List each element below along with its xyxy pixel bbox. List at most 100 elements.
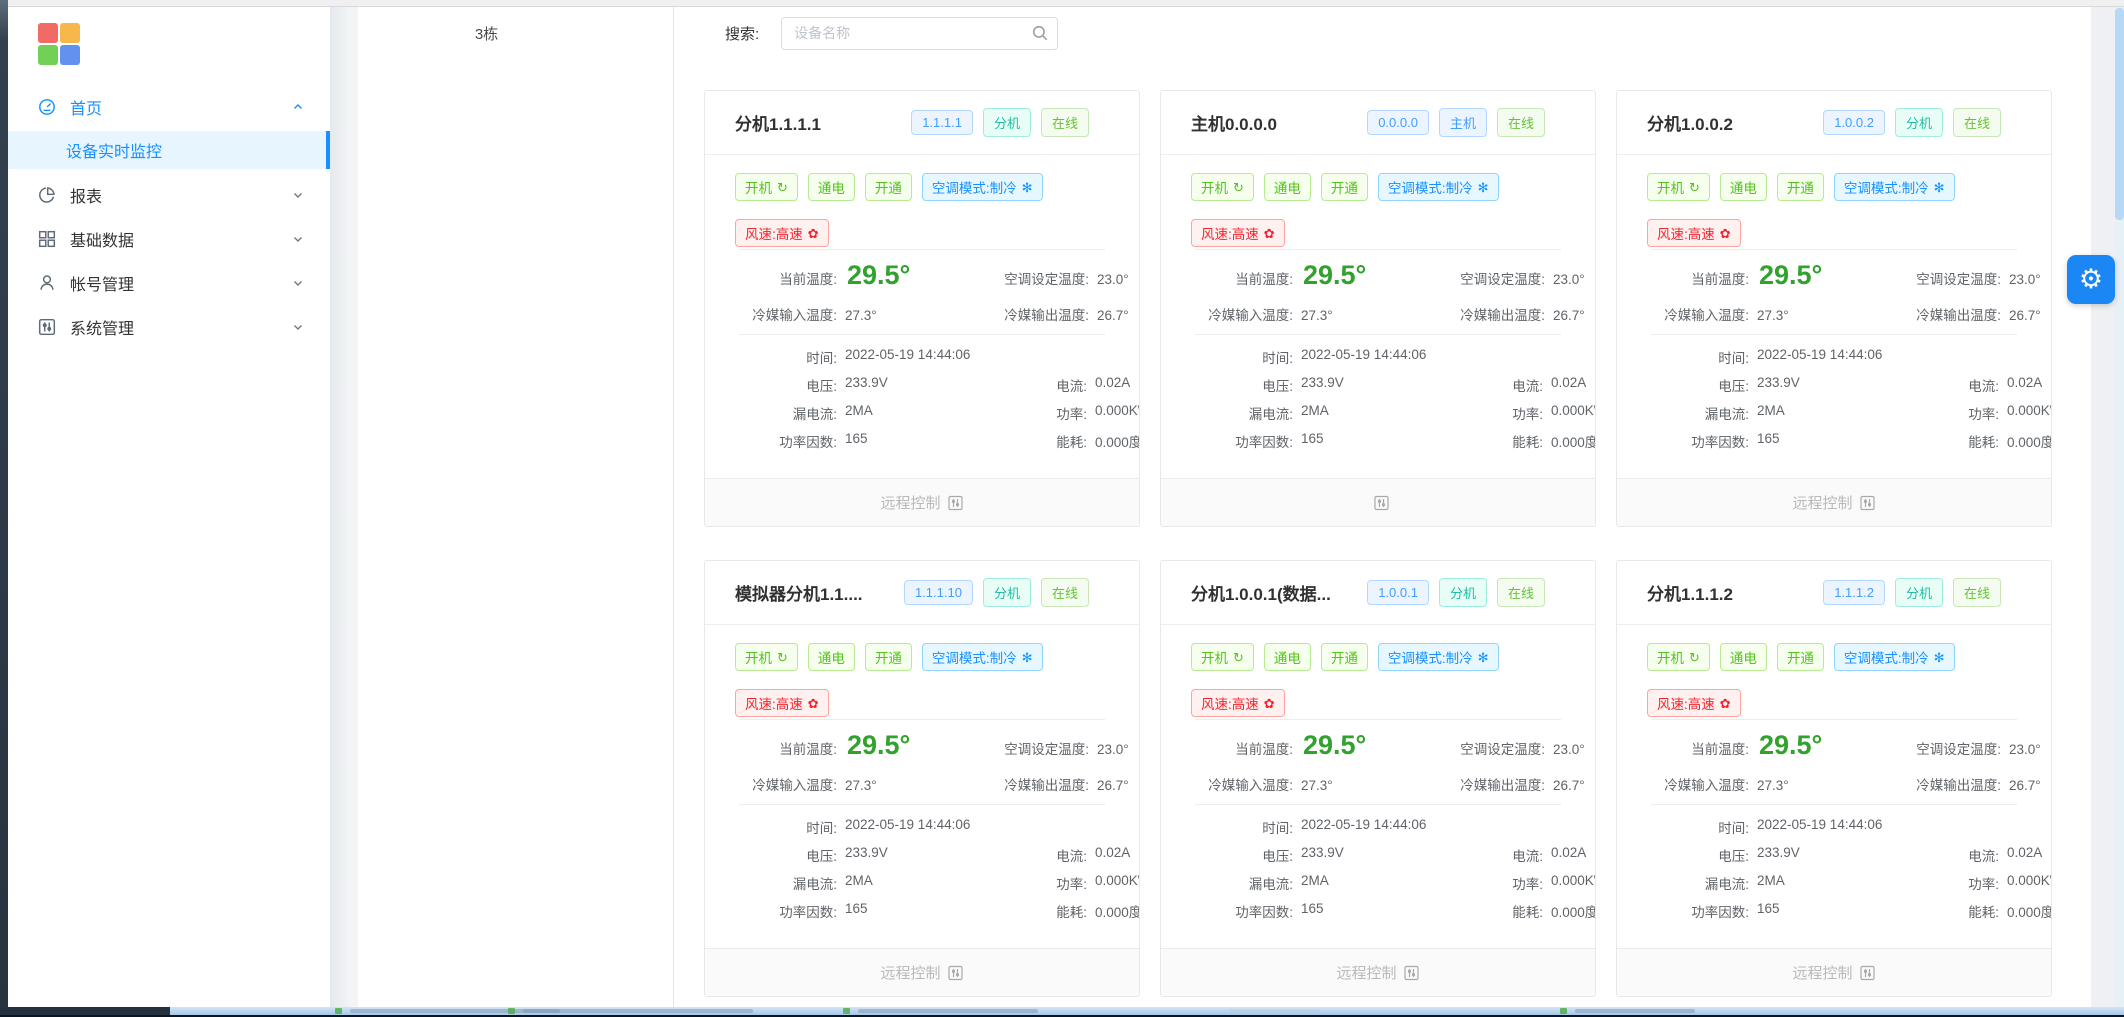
card-header: 分机1.0.0.2 1.0.0.2 分机 在线 xyxy=(1617,91,2051,155)
voltage-label: 电压: xyxy=(705,845,837,865)
current-value: 0.02A xyxy=(1999,845,2052,865)
sidebar-item-device-monitoring[interactable]: 设备实时监控 xyxy=(8,131,330,169)
temp-set-label: 空调设定温度: xyxy=(1385,738,1545,758)
sidebar-item-account-management[interactable]: 帐号管理 xyxy=(8,261,330,305)
power-value: 0.000KW xyxy=(1543,403,1596,423)
remote-control-button[interactable]: 远程控制 xyxy=(705,948,1139,996)
device-card: 模拟器分机1.1.... 1.1.1.10 分机 在线 开机↻ 通电 开通 空调… xyxy=(704,560,1140,997)
address-badge: 1.0.0.2 xyxy=(1823,110,1885,135)
time-label: 时间: xyxy=(1617,347,1749,367)
settings-button[interactable]: ⚙ xyxy=(2067,255,2115,304)
leakage-value: 2MA xyxy=(837,403,1015,423)
device-type-badge: 主机 xyxy=(1439,108,1487,137)
status-tag-row: 开机↻ 通电 开通 空调模式:制冷✻ 风速:高速✿ xyxy=(1617,155,2027,249)
energy-value: 0.000度 xyxy=(1087,901,1140,921)
scrollbar-thumb[interactable] xyxy=(2115,8,2124,220)
sidebar-item-reports[interactable]: 报表 xyxy=(8,173,330,217)
snowflake-icon: ✻ xyxy=(1478,651,1489,664)
voltage-label: 电压: xyxy=(1161,375,1293,395)
refresh-icon: ↻ xyxy=(1233,651,1244,664)
fan-icon: ✿ xyxy=(808,227,819,240)
gear-icon: ⚙ xyxy=(2079,266,2103,293)
panel-splitter[interactable] xyxy=(330,7,358,1007)
remote-control-sliders-icon xyxy=(947,495,964,511)
ac-mode-tag: 空调模式:制冷✻ xyxy=(1378,173,1499,201)
ac-mode-tag: 空调模式:制冷✻ xyxy=(1834,173,1955,201)
voltage-value: 233.9V xyxy=(837,375,1015,395)
voltage-value: 233.9V xyxy=(1749,845,1927,865)
temperature-section: 当前温度: 29.5° 空调设定温度: 23.0° 冷媒输入温度: 27.3° … xyxy=(705,250,1139,334)
leakage-label: 漏电流: xyxy=(705,873,837,893)
fan-icon: ✿ xyxy=(1264,697,1275,710)
taskbar-app-icon xyxy=(843,1008,850,1014)
power-on-tag: 开机↻ xyxy=(1191,173,1254,201)
fan-speed-tag: 风速:高速✿ xyxy=(1191,689,1285,717)
power-value: 0.000KW xyxy=(1087,873,1140,893)
badge-group: 0.0.0.0 主机 在线 xyxy=(1367,108,1545,137)
voltage-value: 233.9V xyxy=(1749,375,1927,395)
temp-set-value: 23.0° xyxy=(2001,742,2051,757)
grid-icon xyxy=(38,230,56,248)
temp-in-value: 27.3° xyxy=(1293,308,1385,323)
snowflake-icon: ✻ xyxy=(1934,651,1945,664)
temp-current-label: 当前温度: xyxy=(1617,268,1749,288)
logo-square-orange xyxy=(60,23,80,43)
chevron-down-icon xyxy=(292,233,304,245)
opened-tag: 开通 xyxy=(1321,173,1368,201)
remote-control-sliders-icon xyxy=(1403,965,1420,981)
time-label: 时间: xyxy=(1161,347,1293,367)
power-on-tag: 开机↻ xyxy=(735,643,798,671)
power-factor-value: 165 xyxy=(837,431,1015,451)
sidebar-item-home[interactable]: 首页 xyxy=(8,85,330,129)
device-card: 分机1.1.1.1 1.1.1.1 分机 在线 开机↻ 通电 开通 空调模式:制… xyxy=(704,90,1140,527)
search-input[interactable] xyxy=(781,17,1058,50)
remote-control-button[interactable]: 远程控制 xyxy=(1617,478,2051,526)
device-title: 分机1.0.0.2 xyxy=(1647,110,1733,135)
temp-out-label: 冷媒输出温度: xyxy=(1841,304,2001,324)
badge-group: 1.1.1.1 分机 在线 xyxy=(911,108,1089,137)
leakage-value: 2MA xyxy=(1749,873,1927,893)
power-factor-value: 165 xyxy=(1749,901,1927,921)
temp-in-value: 27.3° xyxy=(837,308,929,323)
temp-current-label: 当前温度: xyxy=(1161,738,1293,758)
remote-control-button[interactable] xyxy=(1161,478,1595,526)
search-label: 搜索: xyxy=(725,23,759,44)
refresh-icon: ↻ xyxy=(1689,651,1700,664)
tree-node-building[interactable]: 3栋 xyxy=(358,7,673,44)
sidebar-item-basic-data[interactable]: 基础数据 xyxy=(8,217,330,261)
taskbar-app-icon xyxy=(335,1008,342,1014)
time-value: 2022-05-19 14:44:06 xyxy=(837,347,1140,367)
status-tag-row: 开机↻ 通电 开通 空调模式:制冷✻ 风速:高速✿ xyxy=(1161,625,1571,719)
power-factor-value: 165 xyxy=(837,901,1015,921)
sidebar-item-system-management[interactable]: 系统管理 xyxy=(8,305,330,349)
temp-out-label: 冷媒输出温度: xyxy=(1841,774,2001,794)
online-status-badge: 在线 xyxy=(1041,108,1089,137)
energized-tag: 通电 xyxy=(1720,643,1767,671)
snowflake-icon: ✻ xyxy=(1934,181,1945,194)
device-type-badge: 分机 xyxy=(1439,578,1487,607)
search-icon[interactable] xyxy=(1031,24,1049,47)
remote-control-label: 远程控制 xyxy=(1792,492,1852,513)
chevron-up-icon xyxy=(292,101,304,113)
ac-mode-tag: 空调模式:制冷✻ xyxy=(1834,643,1955,671)
status-tag-row: 开机↻ 通电 开通 空调模式:制冷✻ 风速:高速✿ xyxy=(705,155,1115,249)
fan-icon: ✿ xyxy=(1264,227,1275,240)
taskbar-text-blur xyxy=(1230,1009,1320,1013)
fan-speed-tag: 风速:高速✿ xyxy=(735,219,829,247)
refresh-icon: ↻ xyxy=(777,181,788,194)
remote-control-button[interactable]: 远程控制 xyxy=(1617,948,2051,996)
opened-tag: 开通 xyxy=(1321,643,1368,671)
current-value: 0.02A xyxy=(1087,845,1140,865)
temp-in-value: 27.3° xyxy=(1293,778,1385,793)
remote-control-button[interactable]: 远程控制 xyxy=(1161,948,1595,996)
fan-icon: ✿ xyxy=(1720,697,1731,710)
leakage-label: 漏电流: xyxy=(1161,873,1293,893)
fan-icon: ✿ xyxy=(808,697,819,710)
fan-icon: ✿ xyxy=(1720,227,1731,240)
voltage-value: 233.9V xyxy=(1293,375,1471,395)
online-status-badge: 在线 xyxy=(1953,578,2001,607)
remote-control-sliders-icon xyxy=(947,965,964,981)
voltage-label: 电压: xyxy=(1161,845,1293,865)
temp-out-value: 26.7° xyxy=(1545,308,1595,323)
remote-control-button[interactable]: 远程控制 xyxy=(705,478,1139,526)
